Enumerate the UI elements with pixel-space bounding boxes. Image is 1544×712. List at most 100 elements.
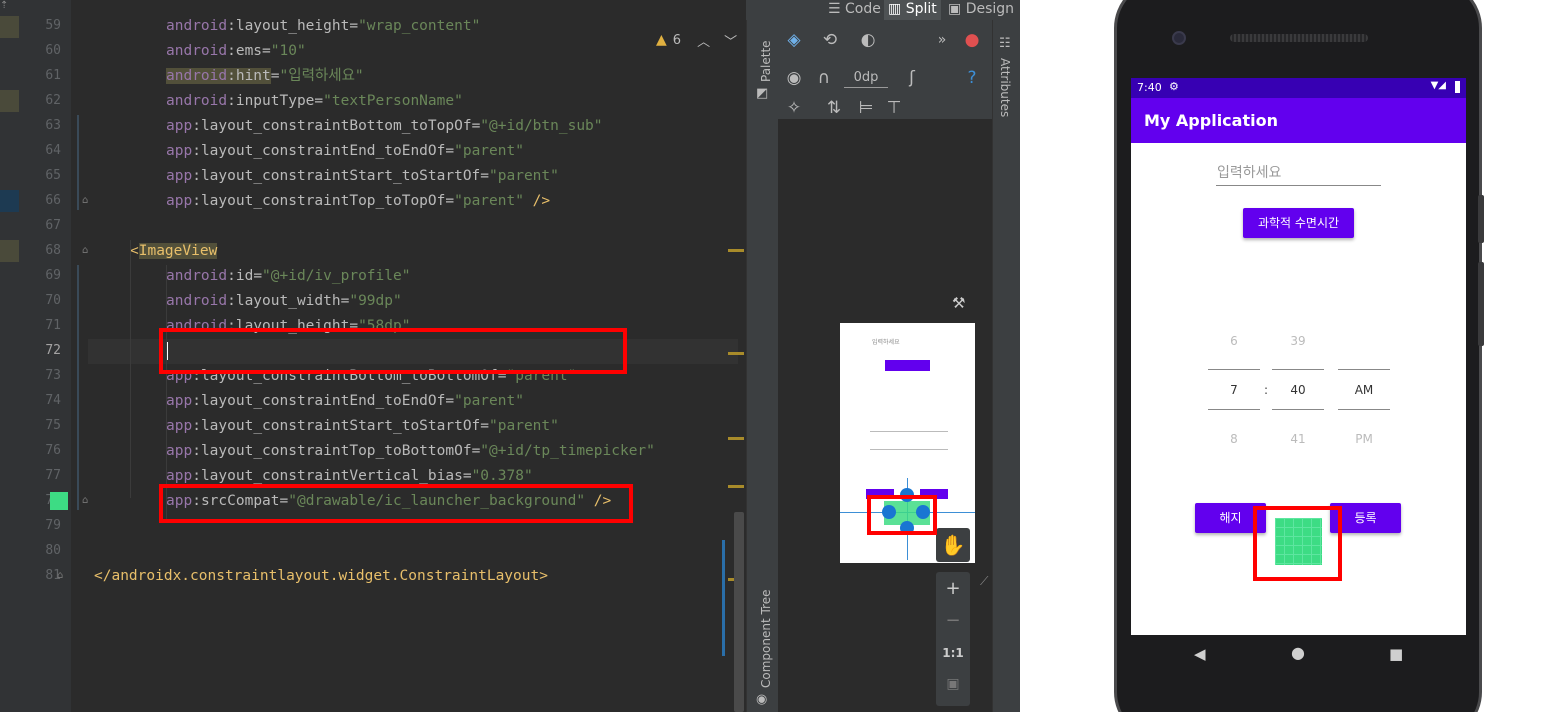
code-line[interactable]: app:layout_constraintStart_toStartOf="pa… — [166, 414, 559, 439]
editor-scroll-thumb[interactable] — [722, 540, 725, 656]
rotate-icon[interactable]: ⟲ — [818, 28, 842, 52]
magic-wand-icon[interactable]: ✧ — [782, 96, 806, 120]
attr-namespace: android — [166, 18, 228, 34]
home-icon[interactable]: ● — [1291, 643, 1305, 662]
line-number: 66 — [45, 193, 61, 208]
zoom-in-icon[interactable]: + — [936, 578, 970, 599]
code-line[interactable]: android:layout_width="99dp" — [166, 289, 402, 314]
hour-next[interactable]: 8 — [1208, 432, 1260, 446]
attr-name: layout_constraintEnd_toEndOf — [200, 393, 446, 409]
code-line[interactable]: app:layout_constraintTop_toBottomOf="@+i… — [166, 439, 655, 464]
error-icon[interactable]: ● — [960, 28, 984, 52]
code-line[interactable]: app:layout_constraintBottom_toTopOf="@+i… — [166, 114, 603, 139]
fold-icon[interactable]: ⌂ — [82, 495, 88, 506]
chevron-up-icon[interactable]: ︿ — [697, 31, 710, 50]
attr-value: "parent" — [489, 168, 559, 184]
preview-timepicker-line — [870, 449, 948, 450]
hour-selected[interactable]: 7 — [1208, 383, 1260, 397]
fold-icon[interactable]: ⌂ — [82, 195, 88, 206]
palette-strip: Palette ◩ Component Tree ◉ — [746, 20, 778, 712]
attr-value: "@+id/tp_timepicker" — [480, 443, 655, 459]
code-line[interactable]: </androidx.constraintlayout.widget.Const… — [94, 564, 548, 589]
component-tree-tab[interactable]: Component Tree — [759, 590, 773, 688]
split-mode-button[interactable]: ▥ Split — [884, 0, 941, 20]
attr-name: layout_constraintEnd_toEndOf — [200, 143, 446, 159]
attr-namespace: android — [166, 68, 228, 84]
eye-icon[interactable]: ◉ — [782, 66, 806, 90]
minute-next[interactable]: 41 — [1272, 432, 1324, 446]
code-line[interactable]: app:layout_constraintStart_toStartOf="pa… — [166, 164, 559, 189]
code-line[interactable]: app:layout_constraintEnd_toEndOf="parent… — [166, 139, 524, 164]
chevron-down-icon[interactable]: ﹀ — [724, 31, 737, 50]
pack-icon[interactable]: ⇅ — [822, 96, 846, 120]
code-line[interactable]: android:hint="입력하세요" — [166, 64, 364, 89]
code-line[interactable]: android:ems="10" — [166, 39, 306, 64]
zoom-actual-size-button[interactable]: 1:1 — [936, 646, 970, 660]
code-line[interactable]: <ImageView — [130, 239, 218, 264]
volume-button[interactable] — [1478, 195, 1484, 243]
drawable-preview-icon[interactable] — [50, 492, 68, 510]
attributes-tab[interactable]: Attributes — [998, 58, 1012, 117]
back-icon[interactable]: ◀ — [1194, 645, 1206, 663]
sleep-time-button[interactable]: 과학적 수면시간 — [1243, 208, 1354, 238]
attr-value: "parent" — [454, 193, 524, 209]
inspection-widget[interactable]: ▲ 6 ︿ ﹀ — [656, 30, 737, 50]
clear-constraints-icon[interactable]: ʃ — [900, 66, 924, 90]
component-tree-icon: ◉ — [756, 692, 768, 707]
pan-hand-icon[interactable]: ✋ — [936, 528, 970, 562]
zoom-fit-icon[interactable]: ▣ — [936, 676, 970, 692]
code-line[interactable]: android:layout_height="wrap_content" — [166, 14, 480, 39]
attr-value: "@+id/iv_profile" — [262, 268, 411, 284]
code-line[interactable]: app:layout_constraintEnd_toEndOf="parent… — [166, 389, 524, 414]
preview-button[interactable] — [885, 360, 930, 371]
theme-icon[interactable]: ◐ — [856, 28, 880, 52]
line-number: 61 — [45, 68, 61, 83]
attr-value: "textPersonName" — [323, 93, 463, 109]
line-number: 80 — [45, 543, 61, 558]
fold-icon[interactable]: ⌂ — [82, 245, 88, 256]
attr-namespace: app — [166, 393, 193, 409]
code-mode-button[interactable]: ☰ Code — [824, 0, 885, 20]
zoom-out-icon[interactable]: − — [936, 610, 970, 631]
fold-range — [77, 265, 79, 510]
resize-handle-icon[interactable]: ⟋ — [980, 574, 988, 589]
highlight-box-empty-line — [159, 328, 627, 374]
ampm-next[interactable]: PM — [1338, 432, 1390, 446]
magnet-icon[interactable]: ∩ — [812, 66, 836, 90]
power-button[interactable] — [1478, 262, 1484, 346]
line-number: 67 — [45, 218, 61, 233]
change-marker — [0, 16, 19, 38]
default-margin-field[interactable]: 0dp — [844, 68, 888, 88]
ampm-selected[interactable]: AM — [1338, 383, 1390, 397]
attr-namespace: app — [166, 193, 193, 209]
minute-selected[interactable]: 40 — [1272, 383, 1324, 397]
align-icon[interactable]: ⊨ — [854, 96, 878, 120]
attr-namespace: android — [166, 43, 228, 59]
guidelines-icon[interactable]: ⊤ — [882, 96, 906, 120]
line-number: 63 — [45, 118, 61, 133]
attr-namespace: app — [166, 143, 193, 159]
attr-value: "99dp" — [349, 293, 402, 309]
recents-icon[interactable]: ■ — [1389, 645, 1403, 663]
wrench-icon[interactable]: ⚒ — [952, 294, 965, 312]
line-number: 79 — [45, 518, 61, 533]
status-time: 7:40 — [1137, 81, 1162, 94]
name-input[interactable]: 입력하세요 — [1216, 160, 1381, 186]
scroll-up-icon[interactable]: ⇡ — [0, 0, 8, 11]
code-line[interactable]: android:id="@+id/iv_profile" — [166, 264, 410, 289]
line-number: 59 — [45, 18, 61, 33]
code-line[interactable]: app:layout_constraintTop_toTopOf="parent… — [166, 189, 550, 214]
overflow-icon[interactable]: » — [930, 28, 954, 52]
help-icon[interactable]: ? — [960, 66, 984, 90]
design-mode-button[interactable]: ▣ Design — [944, 0, 1018, 20]
layers-icon[interactable]: ◈ — [782, 28, 806, 52]
camera-icon — [1172, 31, 1186, 45]
hour-prev[interactable]: 6 — [1208, 334, 1260, 348]
code-line[interactable]: android:inputType="textPersonName" — [166, 89, 463, 114]
fold-icon[interactable]: ⌂ — [57, 570, 63, 581]
attr-name: id — [235, 268, 254, 284]
highlight-box-srccompat — [159, 484, 633, 523]
minute-prev[interactable]: 39 — [1272, 334, 1324, 348]
editor-scrollbar[interactable] — [734, 512, 744, 712]
palette-tab[interactable]: Palette — [759, 40, 773, 82]
